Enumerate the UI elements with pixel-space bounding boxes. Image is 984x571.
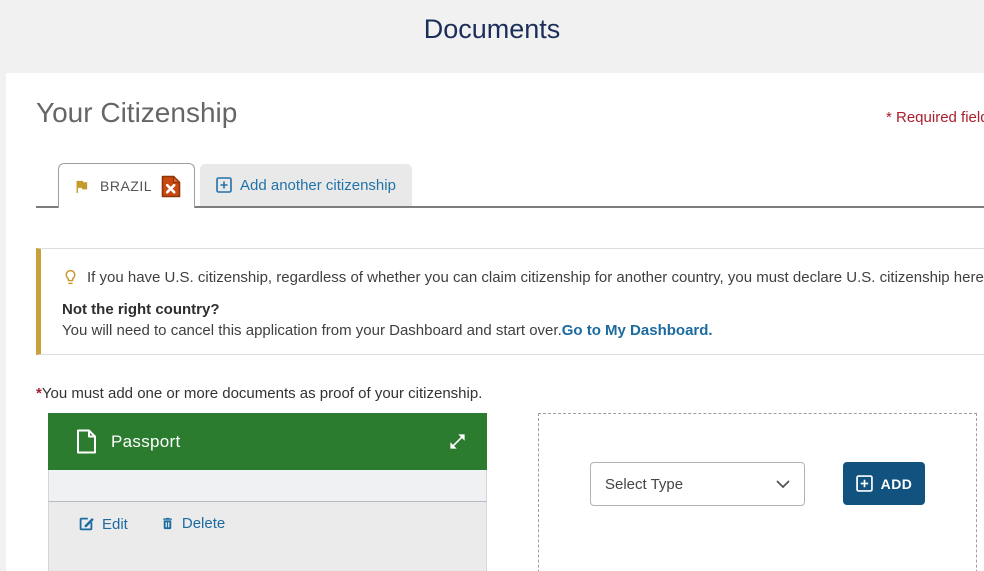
passport-card-actions: Edit Delete <box>48 502 487 571</box>
tab-brazil[interactable]: BRAZIL <box>58 163 196 210</box>
plus-square-icon <box>216 177 232 193</box>
documents-area: Passport Edit Delete Select Type ADD <box>48 413 984 571</box>
add-document-button[interactable]: ADD <box>843 462 925 505</box>
required-field-note: * Required field <box>886 109 984 126</box>
info-line-text: If you have U.S. citizenship, regardless… <box>87 268 984 286</box>
info-heading: Not the right country? <box>62 301 220 318</box>
remove-citizenship-icon[interactable] <box>161 175 181 198</box>
page-title: Documents <box>423 14 561 44</box>
plus-square-icon <box>855 475 873 492</box>
citizenship-info-box: If you have U.S. citizenship, regardless… <box>36 248 984 355</box>
edit-icon <box>77 515 95 533</box>
lightbulb-icon <box>62 266 79 288</box>
passport-card-header: Passport <box>48 413 487 470</box>
passport-card-title: Passport <box>111 431 181 451</box>
content-card: * Required field Your Citizenship BRAZIL <box>6 73 984 571</box>
delete-label: Delete <box>181 515 226 532</box>
delete-link[interactable]: Delete <box>160 515 225 532</box>
page-header: Documents <box>0 0 984 73</box>
tab-brazil-label: BRAZIL <box>100 178 153 194</box>
info-line2: You will need to cancel this application… <box>62 322 984 339</box>
passport-document-card: Passport Edit Delete <box>48 413 487 571</box>
expand-icon[interactable] <box>448 432 467 451</box>
go-to-dashboard-link[interactable]: Go to My Dashboard. <box>562 322 713 339</box>
trash-icon <box>160 515 175 532</box>
info-line2-text: You will need to cancel this application… <box>62 322 562 339</box>
tab-add-citizenship[interactable]: Add another citizenship <box>200 164 412 206</box>
select-type-value: Select Type <box>605 475 684 493</box>
info-line: If you have U.S. citizenship, regardless… <box>62 266 984 288</box>
edit-label: Edit <box>102 515 128 533</box>
chevron-down-icon <box>776 480 790 489</box>
document-icon <box>76 429 97 454</box>
documents-requirement: *You must add one or more documents as p… <box>36 385 984 402</box>
add-document-panel: Select Type ADD <box>538 413 977 571</box>
edit-link[interactable]: Edit <box>77 515 128 533</box>
documents-requirement-text: You must add one or more documents as pr… <box>41 385 483 402</box>
select-type-dropdown[interactable]: Select Type <box>590 462 805 506</box>
citizenship-tabs: BRAZIL Add another citizenship <box>36 163 984 210</box>
tab-add-label: Add another citizenship <box>240 176 396 194</box>
add-button-label: ADD <box>880 475 913 492</box>
flag-icon <box>72 178 91 195</box>
passport-card-subheader <box>48 470 487 502</box>
section-title: Your Citizenship <box>36 97 238 128</box>
